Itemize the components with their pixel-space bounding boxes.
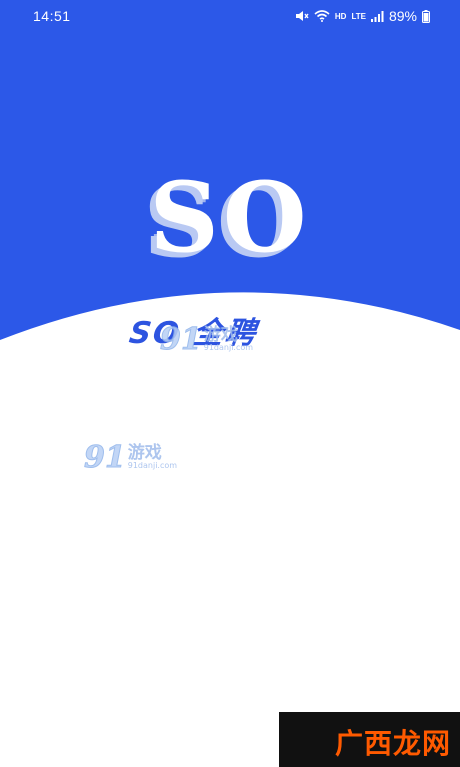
status-icons: HD LTE 89% [295,6,430,26]
watermark-number: 91 [84,440,127,476]
watermark-url: 91danji.com [203,343,254,352]
site-watermark-a-repeat: 91 游戏 91danji.com [84,440,178,476]
status-time: 14:51 [33,8,71,24]
status-bar: 14:51 HD LTE 89% [0,0,460,34]
corner-watermark: 广西龙网 [279,712,460,767]
watermark-number: 91 [160,322,203,358]
wifi-icon [314,10,330,22]
network-hd-label: HD [334,11,347,21]
mute-icon [295,11,309,21]
app-logo: SO [149,161,311,274]
watermark-url: 91danji.com [127,461,178,470]
signal-icon [370,10,384,22]
watermark-name: 游戏 [203,325,238,345]
watermark-name: 游戏 [127,443,162,463]
battery-percent: 89% [388,8,417,24]
site-watermark-a: 91 游戏 91danji.com [160,322,254,358]
battery-icon [422,9,430,23]
network-lte-label: LTE [351,11,366,21]
corner-watermark-text: 广西龙网 [335,727,452,760]
